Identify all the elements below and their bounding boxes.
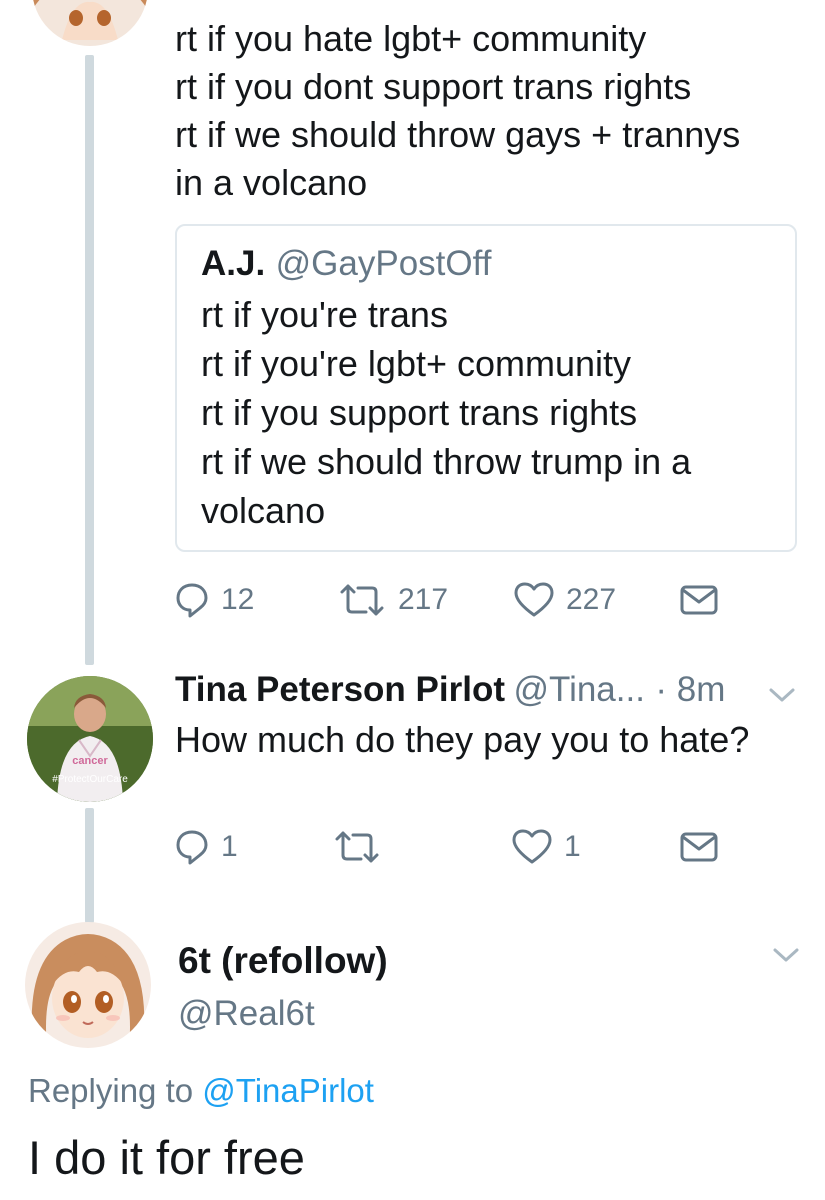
quoted-tweet-card[interactable]: A.J. @GayPostOff rt if you're trans rt i… [175,224,797,552]
like-count: 227 [566,583,617,616]
reply-button[interactable]: 12 [175,582,254,618]
replying-to-handle[interactable]: @TinaPirlot [202,1072,374,1109]
thread-line-middle [85,808,94,923]
author-name[interactable]: 6t (refollow) [178,940,388,982]
quoted-tweet-line: rt if you support trans rights [201,392,638,433]
reply-count: 12 [221,583,255,616]
retweet-icon [338,582,386,618]
author-name[interactable]: Tina Peterson Pirlot [175,670,505,709]
avatar-caption: #ProtectOurCare [52,774,128,785]
quoted-tweet-body: rt if you're trans rt if you're lgbt+ co… [201,290,691,535]
tweet-1-line: rt if we should throw gays + trannys [175,114,741,155]
like-count: 1 [564,830,581,863]
quoted-tweet-header: A.J. @GayPostOff [201,244,491,284]
retweet-icon [333,829,381,865]
tweet-1-line: rt if you hate lgbt+ community [175,18,647,59]
retweet-count: 217 [398,583,449,616]
tweet-2-menu-button[interactable] [768,686,796,709]
direct-message-button[interactable] [680,584,718,616]
replying-to-label: Replying to [28,1072,194,1109]
tweet-3-body: I do it for free [28,1131,305,1184]
like-button[interactable]: 1 [512,829,581,865]
quoted-tweet-line: volcano [201,490,326,531]
heart-icon [512,829,552,865]
heart-icon [514,582,554,618]
retweet-button[interactable]: 217 [338,582,448,618]
tweet-1-line: in a volcano [175,162,368,203]
like-button[interactable]: 227 [514,582,616,618]
tweet-2-body: How much do they pay you to hate? [175,719,750,760]
avatar-real6t[interactable] [25,922,151,1048]
tweet-1-line: rt if you dont support trans rights [175,66,692,107]
avatar-real6t-top[interactable] [32,0,148,46]
quoted-tweet-line: rt if you're trans [201,294,448,335]
author-handle[interactable]: @Real6t [178,994,315,1034]
quoted-tweet-line: rt if we should throw trump in a [201,441,692,482]
direct-message-button[interactable] [680,831,718,863]
reply-button[interactable]: 1 [175,829,238,865]
tweet-1-body: rt if you hate lgbt+ community rt if you… [175,15,740,207]
avatar-tina[interactable]: cancer #ProtectOurCare [27,676,153,802]
envelope-icon [680,831,718,863]
chevron-down-icon [768,688,796,708]
reply-icon [175,829,209,865]
tweet-3-menu-button[interactable] [772,946,800,969]
quoted-tweet-author-handle: @GayPostOff [275,244,492,283]
reply-icon [175,582,209,618]
author-handle[interactable]: @Tina... [513,670,645,709]
chevron-down-icon [772,948,800,968]
reply-count: 1 [221,830,238,863]
tweet-timestamp[interactable]: · 8m [655,670,725,709]
quoted-tweet-line: rt if you're lgbt+ community [201,343,632,384]
avatar-shirt-text: cancer [72,755,108,767]
tweet-2-header: Tina Peterson Pirlot @Tina... · 8m [175,670,725,710]
replying-to: Replying to @TinaPirlot [28,1072,374,1110]
envelope-icon [680,584,718,616]
thread-line-top [85,55,94,665]
quoted-tweet-author-name: A.J. [201,244,266,283]
retweet-button[interactable] [333,829,393,865]
